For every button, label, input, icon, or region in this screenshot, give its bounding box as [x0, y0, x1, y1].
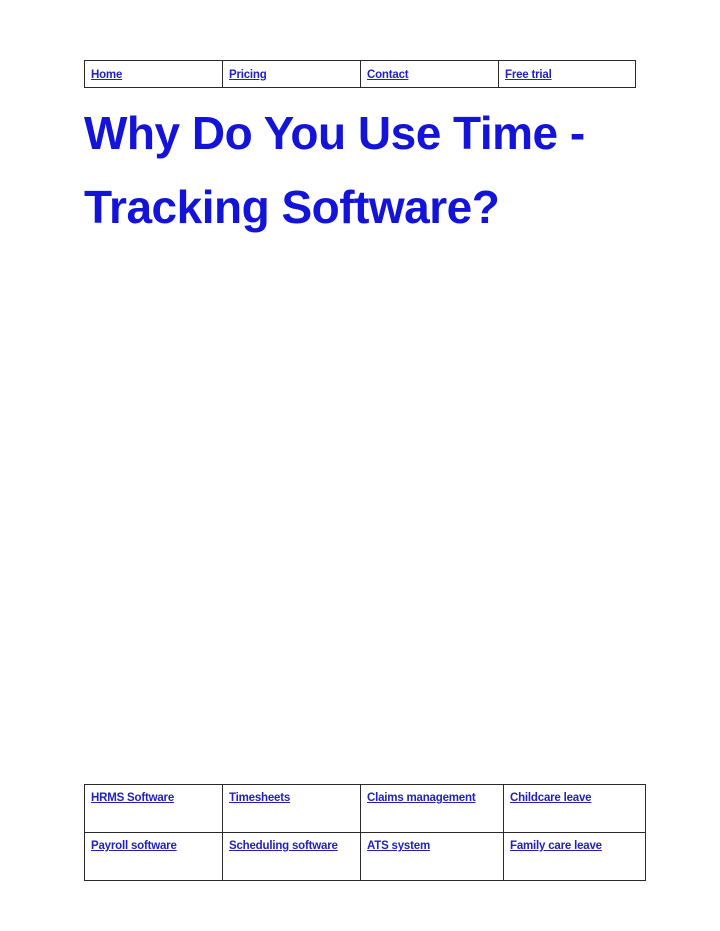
footer-cell-payroll-software: Payroll software: [84, 832, 223, 881]
top-navigation-table: Home Pricing Contact Free trial: [84, 60, 636, 88]
footer-link-family-care-leave[interactable]: Family care leave: [510, 840, 602, 852]
footer-cell-childcare-leave: Childcare leave: [503, 784, 646, 833]
footer-link-ats-system[interactable]: ATS system: [367, 840, 430, 852]
footer-cell-scheduling-software: Scheduling software: [222, 832, 361, 881]
footer-link-payroll-software[interactable]: Payroll software: [91, 840, 177, 852]
page-title-line-2: Tracking Software?: [84, 181, 500, 233]
footer-link-childcare-leave[interactable]: Childcare leave: [510, 792, 592, 804]
footer-cell-family-care-leave: Family care leave: [503, 832, 646, 881]
page-title-line-1: Why Do You Use Time -: [84, 107, 585, 159]
nav-cell-pricing: Pricing: [222, 60, 361, 88]
nav-link-free-trial[interactable]: Free trial: [505, 69, 552, 81]
footer-link-hrms-software[interactable]: HRMS Software: [91, 792, 174, 804]
footer-cell-claims-management: Claims management: [360, 784, 504, 833]
nav-row: Home Pricing Contact Free trial: [84, 60, 636, 88]
nav-link-contact[interactable]: Contact: [367, 69, 409, 81]
nav-cell-home: Home: [84, 60, 223, 88]
page-title: Why Do You Use Time - Tracking Software?: [84, 96, 644, 244]
footer-cell-ats-system: ATS system: [360, 832, 504, 881]
article-body-region: [84, 236, 645, 781]
document-page: Home Pricing Contact Free trial Why Do Y…: [0, 0, 720, 931]
nav-cell-contact: Contact: [360, 60, 499, 88]
footer-cell-hrms-software: HRMS Software: [84, 784, 223, 833]
footer-link-timesheets[interactable]: Timesheets: [229, 792, 290, 804]
table-row: HRMS Software Timesheets Claims manageme…: [84, 784, 646, 833]
nav-cell-free-trial: Free trial: [498, 60, 636, 88]
table-row: Payroll software Scheduling software ATS…: [84, 832, 646, 881]
nav-link-pricing[interactable]: Pricing: [229, 69, 267, 81]
footer-link-scheduling-software[interactable]: Scheduling software: [229, 840, 338, 852]
footer-cell-timesheets: Timesheets: [222, 784, 361, 833]
footer-links-table: HRMS Software Timesheets Claims manageme…: [84, 784, 646, 881]
nav-link-home[interactable]: Home: [91, 69, 122, 81]
footer-link-claims-management[interactable]: Claims management: [367, 792, 476, 804]
